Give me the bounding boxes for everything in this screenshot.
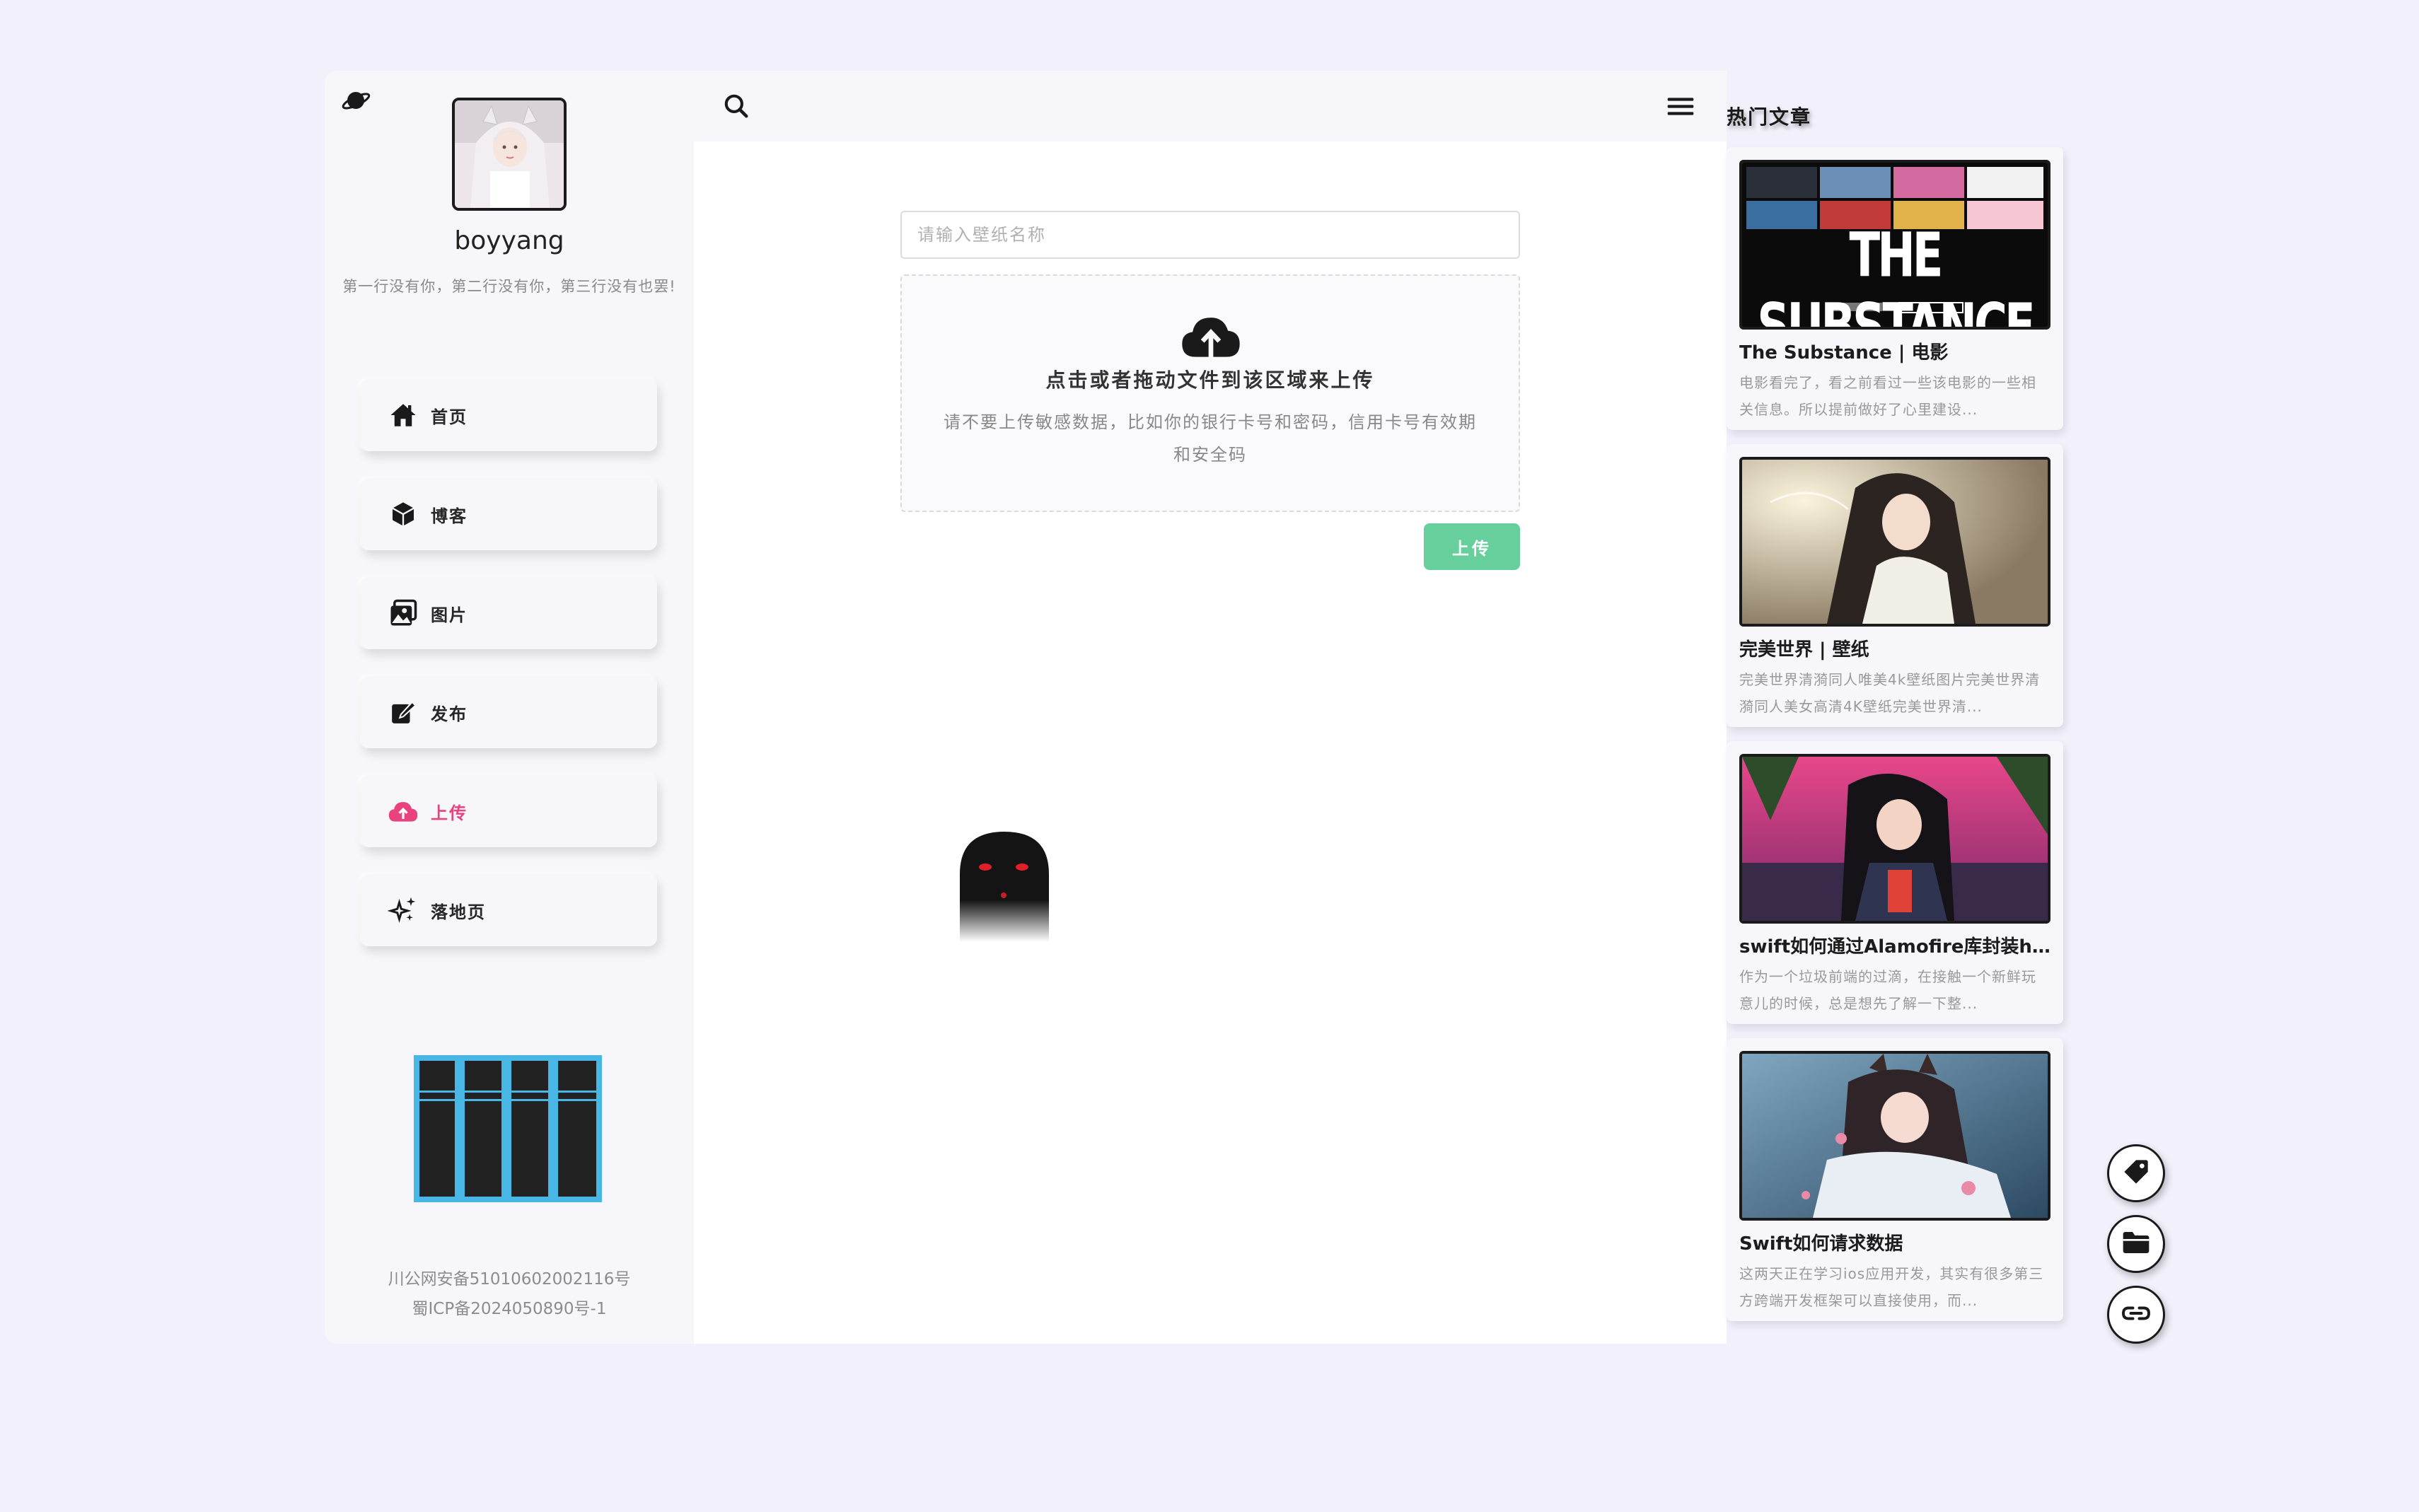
police-record-link[interactable]: 川公网安备51010602002116号 [325, 1264, 694, 1294]
nav-item-upload[interactable]: 上传 [360, 775, 657, 847]
article-thumbnail [1739, 1051, 2050, 1221]
nav-item-label: 落地页 [431, 902, 486, 922]
nav-item-home[interactable]: 首页 [360, 379, 657, 451]
article-card[interactable]: swift如何通过Alamofire库封装ht... 作为一个垃圾前端的过滴，在… [1727, 741, 2063, 1024]
footer-license: 川公网安备51010602002116号 蜀ICP备2024050890号-1 [325, 1264, 694, 1324]
username: boyyang [454, 226, 564, 255]
thumbnail-title-text: THE SUBSTANCE [1757, 221, 2035, 330]
planet-icon[interactable] [340, 85, 371, 116]
article-card[interactable]: Swift如何请求数据 这两天正在学习ios应用开发，其实有很多第三方跨端开发框… [1727, 1038, 2063, 1321]
dropzone-hint: 请不要上传敏感数据，比如你的银行卡号和密码，信用卡号有效期和安全码 [944, 412, 1477, 465]
upload-dropzone[interactable]: 点击或者拖动文件到该区域来上传 请不要上传敏感数据，比如你的银行卡号和密码，信用… [900, 274, 1520, 512]
ghost-mascot [957, 829, 1052, 942]
article-thumbnail [1739, 754, 2050, 924]
article-thumbnail: THE SUBSTANCE [1739, 160, 2050, 330]
user-bio: 第一行没有你，第二行没有你，第三行没有也罢! [342, 278, 676, 295]
tag-icon [2122, 1158, 2150, 1189]
article-desc: 完美世界清漪同人唯美4k壁纸图片完美世界清漪同人美女高清4K壁纸完美世界清... [1739, 671, 2041, 715]
sidebar: boyyang 第一行没有你，第二行没有你，第三行没有也罢! 首页 博客 图片 [325, 71, 694, 1344]
dropzone-title: 点击或者拖动文件到该区域来上传 [1045, 368, 1375, 392]
wallpaper-name-input[interactable] [900, 211, 1520, 259]
decorative-bars-graphic [414, 1055, 602, 1202]
nav-item-label: 首页 [431, 407, 468, 427]
cloud-upload-icon [1179, 310, 1243, 362]
hot-articles-title: 热门文章 [1727, 105, 1812, 129]
upload-button[interactable]: 上传 [1424, 523, 1520, 570]
article-title: Swift如何请求数据 [1739, 1233, 1903, 1255]
nav-item-label: 博客 [431, 506, 468, 526]
article-card[interactable]: 完美世界 | 壁纸 完美世界清漪同人唯美4k壁纸图片完美世界清漪同人美女高清4K… [1727, 444, 2063, 727]
link-fab-button[interactable] [2107, 1286, 2165, 1344]
cube-icon [387, 498, 419, 530]
tag-fab-button[interactable] [2107, 1144, 2165, 1202]
article-desc: 电影看完了，看之前看过一些该电影的一些相关信息。所以提前做好了心里建设... [1739, 374, 2036, 418]
avatar[interactable] [452, 98, 567, 211]
link-icon [2121, 1304, 2151, 1325]
home-icon [387, 399, 419, 431]
hot-articles-panel: 热门文章 THE SUBSTANCE The Substance | 电影 电影… [1727, 71, 2094, 1344]
nav-item-blog[interactable]: 博客 [360, 478, 657, 550]
nav-item-label: 上传 [431, 803, 468, 823]
edit-icon [387, 696, 419, 728]
folder-icon [2122, 1230, 2150, 1258]
nav-item-label: 图片 [431, 605, 468, 625]
article-card[interactable]: THE SUBSTANCE The Substance | 电影 电影看完了，看… [1727, 147, 2063, 430]
folder-fab-button[interactable] [2107, 1215, 2165, 1273]
nav-item-publish[interactable]: 发布 [360, 676, 657, 748]
article-desc: 作为一个垃圾前端的过滴，在接触一个新鲜玩意儿的时候，总是想先了解一下整... [1739, 968, 2036, 1012]
app-container: boyyang 第一行没有你，第二行没有你，第三行没有也罢! 首页 博客 图片 [325, 71, 2094, 1344]
main-content: 点击或者拖动文件到该区域来上传 请不要上传敏感数据，比如你的银行卡号和密码，信用… [694, 71, 1727, 1344]
hamburger-menu-icon[interactable] [1663, 89, 1698, 123]
nav-item-images[interactable]: 图片 [360, 577, 657, 649]
main-nav: 首页 博客 图片 发布 上传 落地页 [360, 379, 657, 973]
article-title: swift如何通过Alamofire库封装ht... [1739, 936, 2050, 958]
article-thumbnail [1739, 457, 2050, 627]
top-bar [694, 71, 1727, 141]
icp-record-link[interactable]: 蜀ICP备2024050890号-1 [325, 1294, 694, 1324]
sparkles-icon [387, 894, 419, 926]
article-title: 完美世界 | 壁纸 [1739, 639, 1869, 661]
nav-item-label: 发布 [431, 704, 468, 724]
article-desc: 这两天正在学习ios应用开发，其实有很多第三方跨端开发框架可以直接使用，而... [1739, 1265, 2044, 1309]
article-title: The Substance | 电影 [1739, 342, 1949, 364]
cloud-upload-icon [387, 795, 419, 827]
search-icon[interactable] [719, 89, 753, 123]
nav-item-landing[interactable]: 落地页 [360, 874, 657, 946]
images-icon [387, 597, 419, 629]
